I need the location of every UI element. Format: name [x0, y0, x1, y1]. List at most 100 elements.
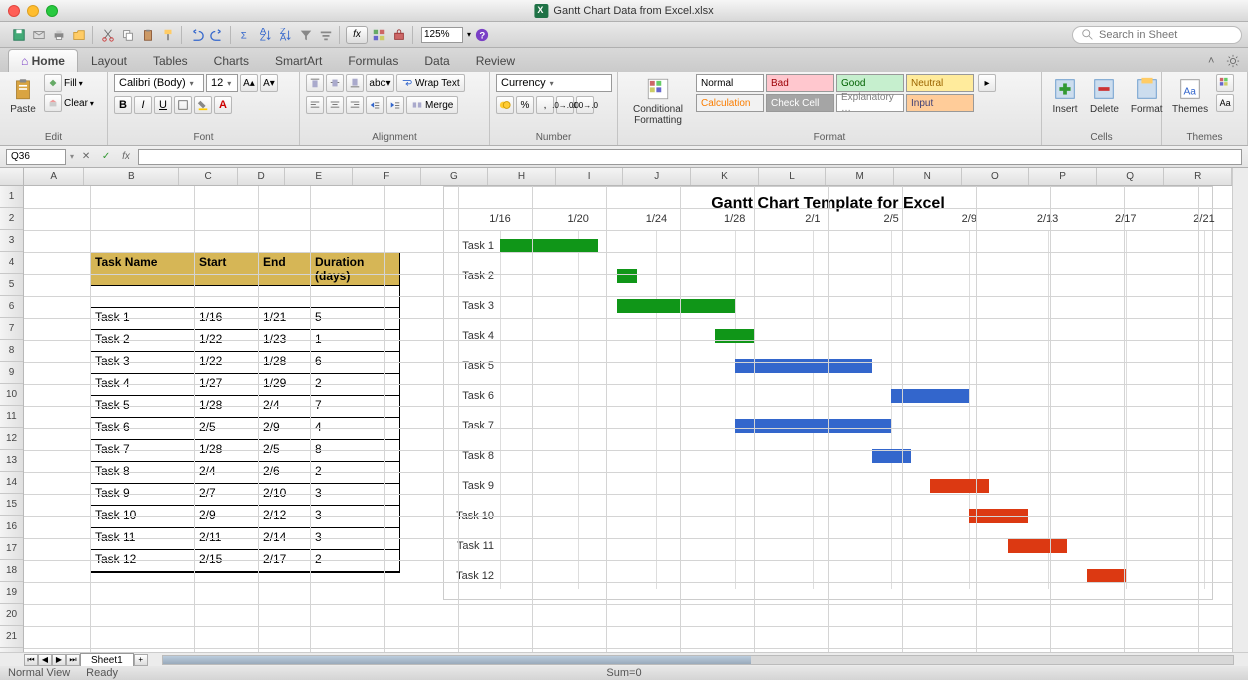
merge-button[interactable]: Merge — [406, 96, 458, 114]
close-window-button[interactable] — [8, 5, 20, 17]
decrease-decimal-button[interactable]: .00→.0 — [576, 96, 594, 114]
cells-area[interactable]: Task NameStartEndDuration (days)Task 11/… — [24, 186, 1232, 652]
show-formulas-button[interactable]: fx — [346, 26, 368, 44]
tab-formulas[interactable]: Formulas — [335, 49, 411, 72]
tab-layout[interactable]: Layout — [78, 49, 140, 72]
italic-button[interactable]: I — [134, 96, 152, 114]
align-right-button[interactable] — [346, 96, 364, 114]
tab-home[interactable]: Home — [8, 49, 78, 72]
ribbon-collapse-button[interactable]: ˄ — [1208, 55, 1220, 67]
bold-button[interactable]: B — [114, 96, 132, 114]
gallery-button[interactable] — [370, 26, 388, 44]
add-sheet-button[interactable]: + — [134, 654, 148, 666]
row-header-7[interactable]: 7 — [0, 318, 23, 340]
column-header-G[interactable]: G — [421, 168, 489, 185]
row-header-21[interactable]: 21 — [0, 626, 23, 648]
name-box[interactable]: Q36 — [6, 149, 66, 165]
gantt-bar-task-3[interactable] — [617, 299, 734, 313]
increase-indent-button[interactable] — [386, 96, 404, 114]
data-table[interactable]: Task NameStartEndDuration (days)Task 11/… — [90, 252, 400, 573]
toggle-filter-button[interactable] — [317, 26, 335, 44]
paste-button[interactable] — [139, 26, 157, 44]
column-headers[interactable]: ABCDEFGHIJKLMNOPQR — [24, 168, 1232, 186]
themes-button[interactable]: AaThemes — [1168, 74, 1212, 117]
style-gallery-more-button[interactable]: ▸ — [978, 74, 996, 92]
font-color-button[interactable]: A — [214, 96, 232, 114]
gantt-bar-task-9[interactable] — [930, 479, 989, 493]
percent-button[interactable]: % — [516, 96, 534, 114]
border-button[interactable] — [174, 96, 192, 114]
sheet-nav-last-button[interactable]: ⏭ — [66, 654, 80, 666]
column-header-M[interactable]: M — [826, 168, 894, 185]
tab-review[interactable]: Review — [463, 49, 528, 72]
row-header-13[interactable]: 13 — [0, 450, 23, 472]
search-box[interactable] — [1072, 26, 1242, 44]
minimize-window-button[interactable] — [27, 5, 39, 17]
column-header-F[interactable]: F — [353, 168, 421, 185]
column-header-J[interactable]: J — [623, 168, 691, 185]
fx-button[interactable]: fx — [118, 149, 134, 165]
cell-style-explanatory-[interactable]: Explanatory … — [836, 94, 904, 112]
row-header-10[interactable]: 10 — [0, 384, 23, 406]
orientation-button[interactable]: abc▾ — [366, 74, 394, 92]
accept-formula-button[interactable]: ✓ — [98, 149, 114, 165]
grow-font-button[interactable]: A▴ — [240, 74, 258, 92]
row-header-15[interactable]: 15 — [0, 494, 23, 516]
gantt-bar-task-11[interactable] — [1008, 539, 1067, 553]
cell-style-neutral[interactable]: Neutral — [906, 74, 974, 92]
zoom-window-button[interactable] — [46, 5, 58, 17]
redo-button[interactable] — [208, 26, 226, 44]
zoom-control[interactable]: ▾ — [421, 27, 471, 43]
style-gallery[interactable]: NormalBadGoodNeutralCalculationCheck Cel… — [696, 74, 974, 112]
cancel-formula-button[interactable]: ✕ — [78, 149, 94, 165]
align-top-button[interactable] — [306, 74, 324, 92]
horizontal-scroll-thumb[interactable] — [163, 656, 752, 664]
currency-button[interactable] — [496, 96, 514, 114]
cell-style-good[interactable]: Good — [836, 74, 904, 92]
column-header-K[interactable]: K — [691, 168, 759, 185]
column-header-B[interactable]: B — [84, 168, 179, 185]
sheet-tab-1[interactable]: Sheet1 — [80, 653, 134, 667]
open-button[interactable] — [70, 26, 88, 44]
cell-style-input[interactable]: Input — [906, 94, 974, 112]
sort-asc-button[interactable]: AZ — [257, 26, 275, 44]
cell-style-bad[interactable]: Bad — [766, 74, 834, 92]
column-header-O[interactable]: O — [962, 168, 1030, 185]
align-middle-button[interactable] — [326, 74, 344, 92]
cut-button[interactable] — [99, 26, 117, 44]
fill-button[interactable] — [44, 74, 62, 92]
font-size-combo[interactable]: 12 — [206, 74, 238, 92]
row-header-12[interactable]: 12 — [0, 428, 23, 450]
tab-charts[interactable]: Charts — [201, 49, 262, 72]
align-bottom-button[interactable] — [346, 74, 364, 92]
help-button[interactable]: ? — [473, 26, 491, 44]
insert-cells-button[interactable]: Insert — [1048, 74, 1082, 117]
settings-gear-icon[interactable] — [1226, 54, 1240, 68]
cell-style-check-cell[interactable]: Check Cell — [766, 94, 834, 112]
gantt-bar-task-8[interactable] — [872, 449, 911, 463]
print-button[interactable] — [50, 26, 68, 44]
row-header-6[interactable]: 6 — [0, 296, 23, 318]
row-header-16[interactable]: 16 — [0, 516, 23, 538]
gantt-bar-task-12[interactable] — [1087, 569, 1126, 583]
align-left-button[interactable] — [306, 96, 324, 114]
row-header-17[interactable]: 17 — [0, 538, 23, 560]
gantt-bar-task-2[interactable] — [617, 269, 637, 283]
formula-input[interactable] — [138, 149, 1242, 165]
column-header-I[interactable]: I — [556, 168, 624, 185]
toolbox-button[interactable] — [390, 26, 408, 44]
zoom-input[interactable] — [421, 27, 463, 43]
row-header-18[interactable]: 18 — [0, 560, 23, 582]
delete-cells-button[interactable]: Delete — [1086, 74, 1123, 117]
sheet-nav-next-button[interactable]: ▶ — [52, 654, 66, 666]
column-header-N[interactable]: N — [894, 168, 962, 185]
email-button[interactable] — [30, 26, 48, 44]
spreadsheet-grid[interactable]: ABCDEFGHIJKLMNOPQR 123456789101112131415… — [0, 168, 1248, 652]
row-header-9[interactable]: 9 — [0, 362, 23, 384]
conditional-formatting-button[interactable]: Conditional Formatting — [624, 74, 692, 128]
sort-desc-button[interactable]: ZA — [277, 26, 295, 44]
clear-button[interactable] — [44, 94, 62, 112]
sheet-nav-first-button[interactable]: ⏮ — [24, 654, 38, 666]
row-header-8[interactable]: 8 — [0, 340, 23, 362]
select-all-corner[interactable] — [0, 168, 24, 186]
